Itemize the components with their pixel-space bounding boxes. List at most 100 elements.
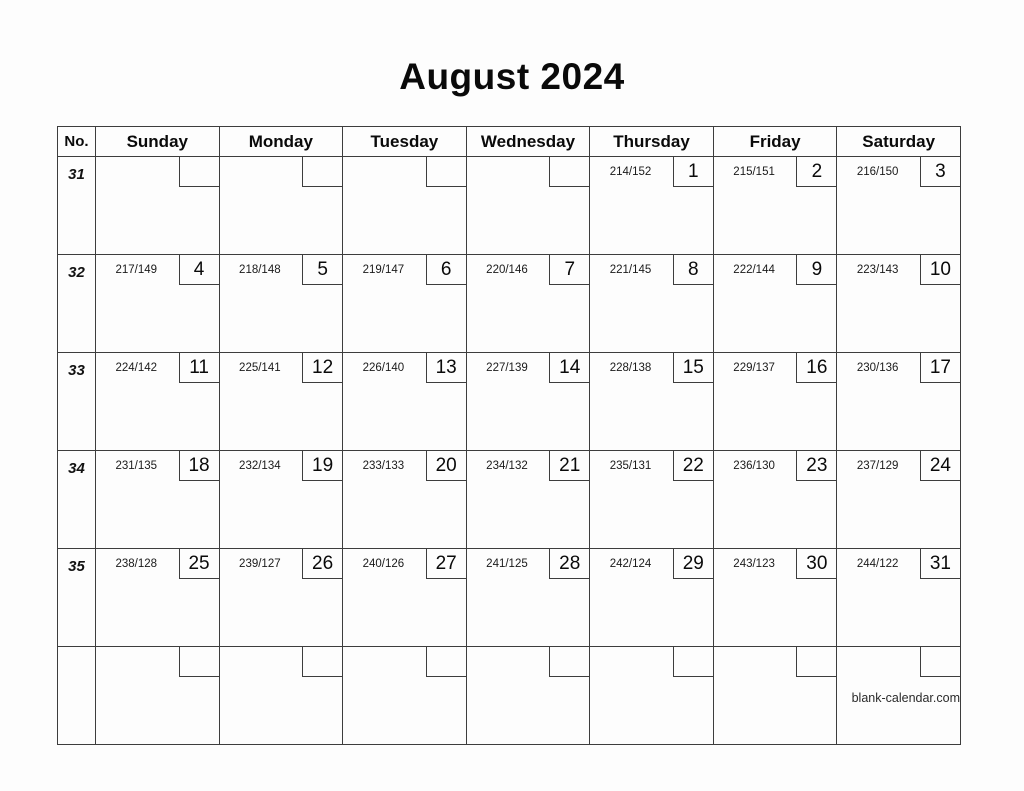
calendar-day-cell[interactable]: 215/151 2 (712, 156, 838, 255)
calendar-day-cell[interactable]: 236/130 23 (712, 450, 838, 549)
calendar-day-cell[interactable]: 217/149 4 (95, 254, 220, 353)
day-number: 15 (672, 353, 713, 383)
calendar-day-cell[interactable]: 225/141 12 (218, 352, 344, 451)
day-number: 16 (796, 353, 837, 383)
day-number: 7 (549, 255, 590, 285)
calendar-day-cell[interactable] (465, 156, 591, 255)
calendar-day-cell[interactable]: 237/129 24 (836, 450, 961, 549)
day-of-year-counter: 242/124 (609, 558, 652, 570)
calendar-day-cell[interactable]: 219/147 6 (342, 254, 467, 353)
day-number: 25 (178, 549, 219, 579)
day-number: 13 (425, 353, 466, 383)
calendar-day-cell[interactable]: 229/137 16 (712, 352, 838, 451)
day-cell-top: 236/130 23 (714, 451, 837, 482)
day-number: 29 (672, 549, 713, 579)
calendar-day-cell[interactable]: 230/136 17 (836, 352, 961, 451)
day-number: 4 (178, 255, 219, 285)
calendar-day-cell[interactable]: 232/134 19 (218, 450, 344, 549)
calendar-day-cell[interactable] (342, 156, 467, 255)
day-of-year-counter: 240/126 (362, 558, 405, 570)
day-cell-top: 232/134 19 (220, 451, 343, 482)
calendar-day-cell[interactable] (218, 156, 344, 255)
calendar-day-cell[interactable]: 226/140 13 (342, 352, 467, 451)
calendar-day-cell[interactable] (712, 646, 838, 745)
calendar-day-cell[interactable]: 223/143 10 (836, 254, 961, 353)
calendar-day-cell[interactable]: 214/152 1 (589, 156, 714, 255)
day-cell-top: 218/148 5 (220, 255, 343, 286)
day-of-year-counter: 217/149 (115, 264, 158, 276)
day-of-year-counter: 229/137 (733, 362, 775, 374)
calendar-day-cell[interactable]: 244/122 31 (836, 548, 961, 647)
day-column-header-tuesday: Tuesday (342, 126, 467, 157)
calendar-day-cell[interactable]: 224/142 11 (95, 352, 220, 451)
day-number (178, 157, 219, 187)
day-cell-top: 234/132 21 (467, 451, 590, 482)
day-number (919, 647, 960, 677)
day-cell-top: 228/138 15 (590, 353, 713, 384)
calendar-day-cell[interactable]: 222/144 9 (712, 254, 838, 353)
calendar-week-row: 34 231/135 18 232/134 19 233/133 20 234/132 21 23… (57, 450, 961, 549)
day-cell-top: 237/129 24 (837, 451, 960, 482)
calendar-day-cell[interactable]: 243/123 30 (712, 548, 838, 647)
calendar-day-cell[interactable]: 238/128 25 (95, 548, 220, 647)
calendar-day-cell[interactable]: 233/133 20 (342, 450, 467, 549)
day-of-year-counter: 223/143 (856, 264, 899, 276)
day-number: 6 (425, 255, 466, 285)
day-cell-top: 244/122 31 (837, 549, 960, 580)
calendar-day-cell[interactable] (342, 646, 467, 745)
calendar-day-cell[interactable]: 242/124 29 (589, 548, 714, 647)
day-cell-top: 233/133 20 (343, 451, 466, 482)
day-of-year-counter: 237/129 (856, 460, 899, 472)
calendar-day-cell[interactable]: 239/127 26 (218, 548, 344, 647)
day-column-header-sunday: Sunday (95, 126, 220, 157)
calendar-day-cell[interactable]: 216/150 3 (836, 156, 961, 255)
day-cell-top: 226/140 13 (343, 353, 466, 384)
calendar-week-row: 33 224/142 11 225/141 12 226/140 13 227/139 14 22… (57, 352, 961, 451)
day-of-year-counter: 222/144 (733, 264, 775, 276)
day-number: 28 (549, 549, 590, 579)
day-cell-top: 227/139 14 (467, 353, 590, 384)
calendar-day-cell[interactable]: 228/138 15 (589, 352, 714, 451)
calendar-day-cell[interactable]: 234/132 21 (465, 450, 591, 549)
day-cell-top (467, 647, 590, 678)
calendar-day-cell[interactable]: 221/145 8 (589, 254, 714, 353)
day-cell-top: 216/150 3 (837, 157, 960, 188)
day-column-header-monday: Monday (218, 126, 344, 157)
day-cell-top (467, 157, 590, 188)
day-cell-top (220, 647, 343, 678)
day-number: 24 (919, 451, 960, 481)
day-number: 17 (919, 353, 960, 383)
week-number: 32 (57, 254, 96, 353)
day-column-header-friday: Friday (712, 126, 838, 157)
calendar-day-cell[interactable]: 227/139 14 (465, 352, 591, 451)
week-number-column-header: No. (57, 126, 96, 157)
calendar-day-cell[interactable] (218, 646, 344, 745)
day-number: 3 (919, 157, 960, 187)
day-cell-top: 219/147 6 (343, 255, 466, 286)
week-number: 31 (57, 156, 96, 255)
calendar-body: 31 214/152 1 215/151 2 216/150 3 32 217/149 4 218/… (57, 156, 961, 745)
calendar-day-cell[interactable] (465, 646, 591, 745)
day-cell-top: 243/123 30 (714, 549, 837, 580)
calendar-day-cell[interactable]: 218/148 5 (218, 254, 344, 353)
day-of-year-counter: 243/123 (733, 558, 775, 570)
calendar-day-cell[interactable]: 231/135 18 (95, 450, 220, 549)
calendar-day-cell[interactable]: 241/125 28 (465, 548, 591, 647)
calendar-day-cell[interactable] (95, 646, 220, 745)
day-number: 30 (796, 549, 837, 579)
calendar-page: August 2024 No. Sunday Monday Tuesday Wednes… (0, 0, 1024, 791)
day-of-year-counter: 241/125 (486, 558, 528, 570)
week-number: 33 (57, 352, 96, 451)
day-column-header-thursday: Thursday (589, 126, 714, 157)
calendar-day-cell[interactable]: 235/131 22 (589, 450, 714, 549)
day-number (302, 157, 343, 187)
day-column-header-saturday: Saturday (836, 126, 961, 157)
calendar-day-cell[interactable] (589, 646, 714, 745)
day-cell-top (343, 647, 466, 678)
day-number: 10 (919, 255, 960, 285)
calendar-day-cell[interactable]: 220/146 7 (465, 254, 591, 353)
day-number (425, 647, 466, 677)
day-number: 2 (796, 157, 837, 187)
calendar-day-cell[interactable]: 240/126 27 (342, 548, 467, 647)
calendar-day-cell[interactable] (95, 156, 220, 255)
